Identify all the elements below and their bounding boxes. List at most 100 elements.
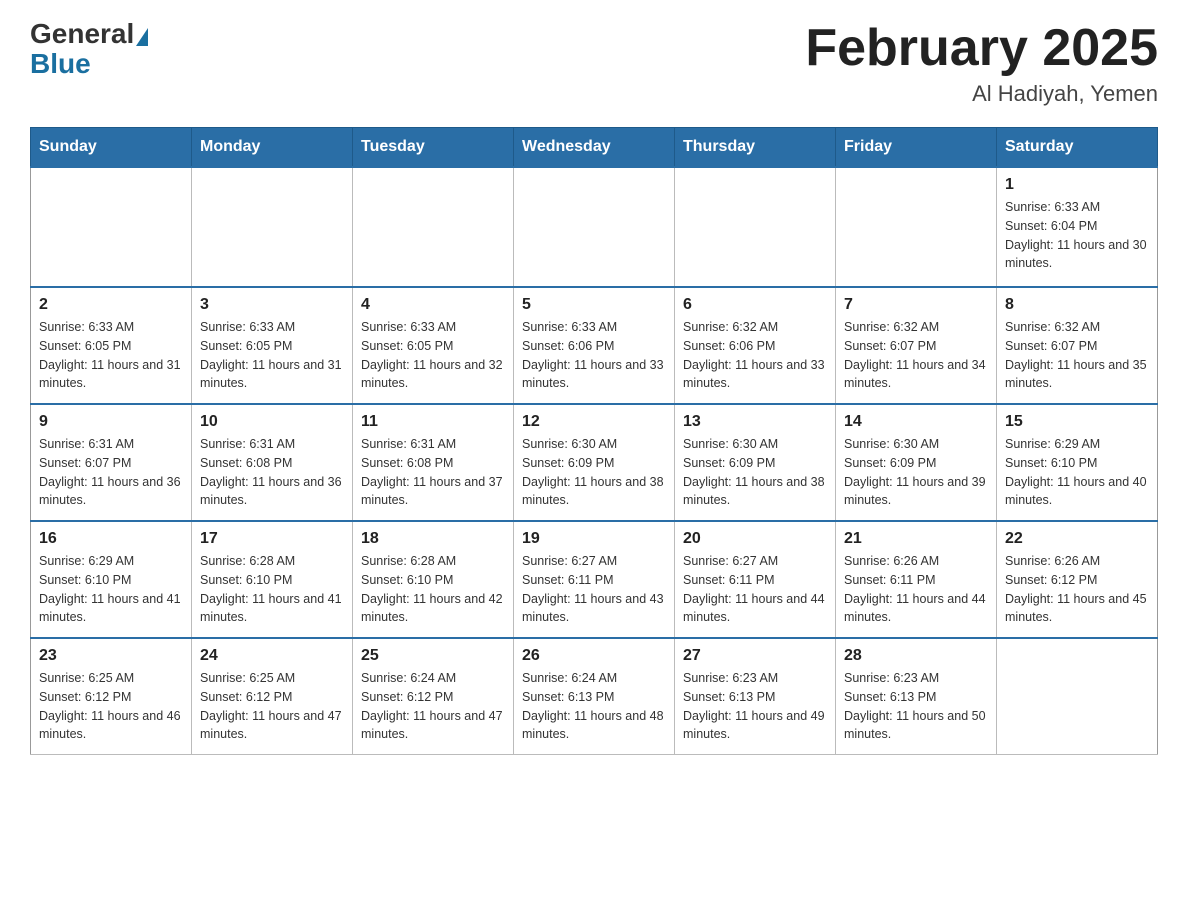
calendar-cell: 19 Sunrise: 6:27 AMSunset: 6:11 PMDayligh… [514,521,675,638]
week-row-1: 1 Sunrise: 6:33 AMSunset: 6:04 PMDaylight… [31,167,1158,287]
day-info: Sunrise: 6:31 AMSunset: 6:08 PMDaylight:… [361,435,505,510]
day-info: Sunrise: 6:27 AMSunset: 6:11 PMDaylight:… [683,552,827,627]
calendar-cell: 20 Sunrise: 6:27 AMSunset: 6:11 PMDayligh… [675,521,836,638]
day-header-tuesday: Tuesday [353,128,514,168]
day-info: Sunrise: 6:24 AMSunset: 6:12 PMDaylight:… [361,669,505,744]
logo: General Blue [30,20,150,80]
title-block: February 2025 Al Hadiyah, Yemen [805,20,1158,107]
calendar-cell: 4 Sunrise: 6:33 AMSunset: 6:05 PMDaylight… [353,287,514,404]
calendar-cell: 8 Sunrise: 6:32 AMSunset: 6:07 PMDaylight… [997,287,1158,404]
day-number: 22 [1005,530,1149,548]
calendar-cell: 23 Sunrise: 6:25 AMSunset: 6:12 PMDayligh… [31,638,192,755]
day-number: 28 [844,647,988,665]
day-info: Sunrise: 6:25 AMSunset: 6:12 PMDaylight:… [39,669,183,744]
calendar-cell: 2 Sunrise: 6:33 AMSunset: 6:05 PMDaylight… [31,287,192,404]
calendar-title: February 2025 [805,20,1158,77]
logo-blue-text: Blue [30,48,91,80]
day-number: 10 [200,413,344,431]
day-number: 18 [361,530,505,548]
day-number: 20 [683,530,827,548]
day-number: 12 [522,413,666,431]
calendar-cell [514,167,675,287]
week-row-4: 16 Sunrise: 6:29 AMSunset: 6:10 PMDayligh… [31,521,1158,638]
day-info: Sunrise: 6:32 AMSunset: 6:06 PMDaylight:… [683,318,827,393]
week-row-5: 23 Sunrise: 6:25 AMSunset: 6:12 PMDayligh… [31,638,1158,755]
day-header-friday: Friday [836,128,997,168]
day-info: Sunrise: 6:26 AMSunset: 6:11 PMDaylight:… [844,552,988,627]
calendar-cell: 15Sunrise: 6:29 AMSunset: 6:10 PMDayligh… [997,404,1158,521]
day-number: 8 [1005,296,1149,314]
day-info: Sunrise: 6:30 AMSunset: 6:09 PMDaylight:… [522,435,666,510]
calendar-cell: 24 Sunrise: 6:25 AMSunset: 6:12 PMDayligh… [192,638,353,755]
day-number: 9 [39,413,183,431]
day-header-sunday: Sunday [31,128,192,168]
calendar-cell: 6 Sunrise: 6:32 AMSunset: 6:06 PMDaylight… [675,287,836,404]
day-info: Sunrise: 6:33 AMSunset: 6:04 PMDaylight:… [1005,198,1149,273]
page-header: General Blue February 2025 Al Hadiyah, Y… [30,20,1158,107]
day-header-wednesday: Wednesday [514,128,675,168]
calendar-cell [836,167,997,287]
day-number: 2 [39,296,183,314]
calendar-table: SundayMondayTuesdayWednesdayThursdayFrid… [30,127,1158,755]
day-info: Sunrise: 6:27 AMSunset: 6:11 PMDaylight:… [522,552,666,627]
day-info: Sunrise: 6:23 AMSunset: 6:13 PMDaylight:… [683,669,827,744]
day-number: 16 [39,530,183,548]
day-number: 21 [844,530,988,548]
day-info: Sunrise: 6:32 AMSunset: 6:07 PMDaylight:… [844,318,988,393]
calendar-cell: 14 Sunrise: 6:30 AMSunset: 6:09 PMDayligh… [836,404,997,521]
day-info: Sunrise: 6:32 AMSunset: 6:07 PMDaylight:… [1005,318,1149,393]
calendar-cell: 18 Sunrise: 6:28 AMSunset: 6:10 PMDayligh… [353,521,514,638]
day-info: Sunrise: 6:23 AMSunset: 6:13 PMDaylight:… [844,669,988,744]
calendar-cell: 11 Sunrise: 6:31 AMSunset: 6:08 PMDayligh… [353,404,514,521]
day-number: 14 [844,413,988,431]
day-number: 23 [39,647,183,665]
day-header-monday: Monday [192,128,353,168]
logo-general-text: General [30,20,134,48]
calendar-cell [675,167,836,287]
day-info: Sunrise: 6:33 AMSunset: 6:05 PMDaylight:… [39,318,183,393]
day-number: 7 [844,296,988,314]
day-header-row: SundayMondayTuesdayWednesdayThursdayFrid… [31,128,1158,168]
day-number: 13 [683,413,827,431]
logo-triangle-icon [136,28,148,46]
day-header-thursday: Thursday [675,128,836,168]
day-number: 6 [683,296,827,314]
calendar-cell: 26 Sunrise: 6:24 AMSunset: 6:13 PMDayligh… [514,638,675,755]
calendar-cell: 17Sunrise: 6:28 AMSunset: 6:10 PMDayligh… [192,521,353,638]
day-number: 26 [522,647,666,665]
calendar-cell [997,638,1158,755]
day-number: 27 [683,647,827,665]
calendar-cell: 1 Sunrise: 6:33 AMSunset: 6:04 PMDaylight… [997,167,1158,287]
day-info: Sunrise: 6:30 AMSunset: 6:09 PMDaylight:… [844,435,988,510]
calendar-cell: 10 Sunrise: 6:31 AMSunset: 6:08 PMDayligh… [192,404,353,521]
day-info: Sunrise: 6:33 AMSunset: 6:05 PMDaylight:… [361,318,505,393]
day-number: 15 [1005,413,1149,431]
day-number: 25 [361,647,505,665]
calendar-cell [192,167,353,287]
day-number: 1 [1005,176,1149,194]
calendar-cell: 5Sunrise: 6:33 AMSunset: 6:06 PMDaylight… [514,287,675,404]
day-number: 4 [361,296,505,314]
day-info: Sunrise: 6:28 AMSunset: 6:10 PMDaylight:… [361,552,505,627]
day-info: Sunrise: 6:30 AMSunset: 6:09 PMDaylight:… [683,435,827,510]
calendar-cell: 12 Sunrise: 6:30 AMSunset: 6:09 PMDayligh… [514,404,675,521]
calendar-cell: 13 Sunrise: 6:30 AMSunset: 6:09 PMDayligh… [675,404,836,521]
day-info: Sunrise: 6:33 AMSunset: 6:05 PMDaylight:… [200,318,344,393]
day-info: Sunrise: 6:29 AMSunset: 6:10 PMDaylight:… [39,552,183,627]
calendar-cell [31,167,192,287]
day-number: 24 [200,647,344,665]
day-info: Sunrise: 6:24 AMSunset: 6:13 PMDaylight:… [522,669,666,744]
day-number: 19 [522,530,666,548]
calendar-cell: 9 Sunrise: 6:31 AMSunset: 6:07 PMDaylight… [31,404,192,521]
day-number: 17 [200,530,344,548]
calendar-cell: 28 Sunrise: 6:23 AMSunset: 6:13 PMDayligh… [836,638,997,755]
calendar-cell: 7 Sunrise: 6:32 AMSunset: 6:07 PMDaylight… [836,287,997,404]
calendar-cell: 27 Sunrise: 6:23 AMSunset: 6:13 PMDayligh… [675,638,836,755]
day-info: Sunrise: 6:31 AMSunset: 6:07 PMDaylight:… [39,435,183,510]
day-info: Sunrise: 6:26 AMSunset: 6:12 PMDaylight:… [1005,552,1149,627]
day-info: Sunrise: 6:25 AMSunset: 6:12 PMDaylight:… [200,669,344,744]
day-number: 11 [361,413,505,431]
day-info: Sunrise: 6:31 AMSunset: 6:08 PMDaylight:… [200,435,344,510]
day-info: Sunrise: 6:33 AMSunset: 6:06 PMDaylight:… [522,318,666,393]
calendar-cell: 21 Sunrise: 6:26 AMSunset: 6:11 PMDayligh… [836,521,997,638]
